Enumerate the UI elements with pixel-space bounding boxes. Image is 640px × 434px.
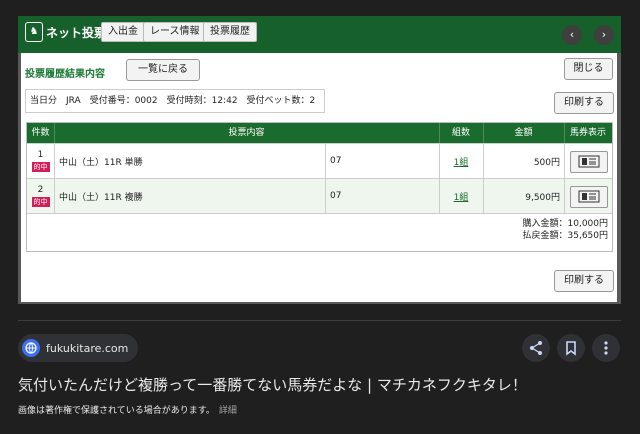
share-icon[interactable]: [522, 334, 550, 362]
more-vert-icon[interactable]: [592, 334, 620, 362]
bet-history-dialog: 投票履歴結果内容 一覧に戻る 閉じる 当日分 JRA 受付番号：0002 受付時…: [21, 53, 617, 302]
header-ticket-view: 馬券表示: [569, 128, 606, 138]
source-domain: fukukitare.com: [46, 341, 129, 355]
globe-icon: [22, 339, 40, 357]
page-title[interactable]: 気付いたんだけど複勝って一番勝てない馬券だよな | マチカネフクキタレ！: [18, 374, 527, 395]
close-button[interactable]: 閉じる: [564, 58, 613, 80]
print-button-top[interactable]: 印刷する: [554, 92, 614, 114]
bookmark-icon[interactable]: [557, 334, 585, 362]
header-count: 件数: [31, 128, 50, 138]
refund-total: 払戻金額：35,650円: [522, 231, 609, 241]
preview-image[interactable]: ♞ ネット投票 入出金 レース情報 投票履歴 ‹ › 投票履歴結果内容 一覧に戻…: [18, 16, 621, 304]
chevron-left-icon[interactable]: ‹: [562, 25, 582, 45]
back-to-list-button[interactable]: 一覧に戻る: [126, 59, 200, 81]
horse-logo-icon: ♞: [25, 22, 43, 42]
print-button-bottom[interactable]: 印刷する: [554, 270, 614, 292]
header-content: 投票内容: [228, 128, 265, 138]
nav-race-info[interactable]: レース情報: [143, 22, 207, 42]
receipt-info: 当日分 JRA 受付番号：0002 受付時刻：12:42 受付ベット数：2: [25, 89, 325, 113]
site-header: ♞ ネット投票 入出金 レース情報 投票履歴 ‹ ›: [18, 16, 621, 53]
nav-deposit[interactable]: 入出金: [101, 22, 145, 42]
header-amount: 金額: [514, 128, 533, 138]
details-link[interactable]: 詳細: [219, 406, 237, 416]
purchase-total: 購入金額：10,000円: [522, 219, 609, 229]
header-sets: 組数: [451, 128, 470, 138]
table-header: 件数 投票内容 組数 金額 馬券表示: [27, 123, 612, 143]
source-chip[interactable]: fukukitare.com: [18, 334, 139, 362]
divider: [18, 320, 621, 321]
chevron-right-icon[interactable]: ›: [594, 25, 614, 45]
brand-name: ネット投票: [46, 26, 107, 40]
nav-bet-history[interactable]: 投票履歴: [203, 22, 257, 42]
copyright-notice: 画像は著作権で保護されている場合があります。 詳細: [18, 403, 237, 416]
copyright-text: 画像は著作権で保護されている場合があります。: [18, 406, 215, 416]
dialog-title: 投票履歴結果内容: [25, 69, 105, 80]
bet-table: 件数 投票内容 組数 金額 馬券表示 1 的中 中山（土）11R 単勝 07 1…: [26, 122, 613, 252]
